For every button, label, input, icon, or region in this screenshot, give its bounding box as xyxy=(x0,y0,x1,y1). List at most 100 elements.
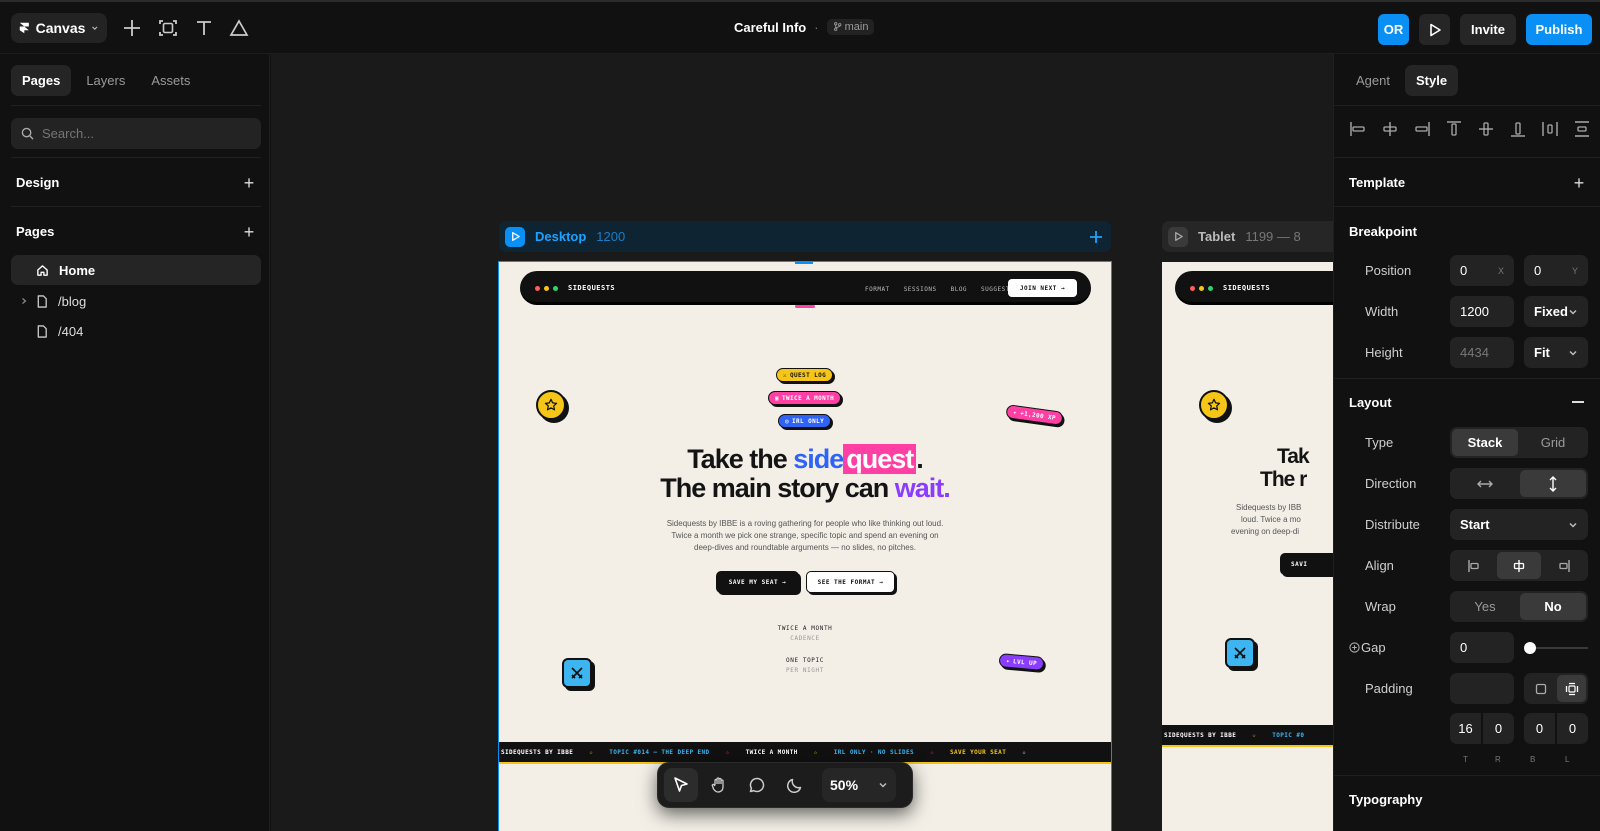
project-title[interactable]: Careful Info xyxy=(734,20,806,35)
distribute-horizontal-icon[interactable] xyxy=(1541,120,1559,138)
tab-style[interactable]: Style xyxy=(1404,65,1459,96)
frame-preview-play-icon[interactable] xyxy=(505,226,525,247)
save-my-seat-button[interactable]: SAVE MY SEAT → xyxy=(716,571,799,593)
nav-link-suggest[interactable]: SUGGEST xyxy=(981,286,1010,293)
position-x-input[interactable]: 0X xyxy=(1450,255,1514,286)
padding-all-input[interactable] xyxy=(1450,673,1514,704)
user-avatar[interactable]: OR xyxy=(1378,14,1409,45)
tab-pages[interactable]: Pages xyxy=(11,65,72,96)
frame-tool-icon[interactable] xyxy=(157,17,179,39)
insert-plus-icon[interactable] xyxy=(121,17,143,39)
width-mode-select[interactable]: Fixed xyxy=(1524,296,1588,327)
divider xyxy=(11,206,261,207)
ticker-item: SIDEQUESTS BY IBBE xyxy=(501,748,574,756)
branch-badge[interactable]: main xyxy=(826,19,875,35)
gap-slider-thumb[interactable] xyxy=(1524,642,1536,654)
type-stack-option[interactable]: Stack xyxy=(1452,429,1518,456)
star-icon: ☆ xyxy=(1252,731,1257,739)
chevron-right-icon[interactable] xyxy=(20,297,28,305)
nav-link-sessions[interactable]: SESSIONS xyxy=(904,286,937,293)
star-icon: ☆ xyxy=(1022,748,1027,756)
traffic-dots xyxy=(1190,286,1213,291)
height-input[interactable]: 4434 xyxy=(1450,337,1514,368)
padding-bottom-input[interactable]: 0 xyxy=(1524,713,1555,744)
site-brand[interactable]: SIDEQUESTS xyxy=(568,284,615,292)
padding-uniform-option[interactable] xyxy=(1526,675,1555,702)
publish-button[interactable]: Publish xyxy=(1526,14,1592,45)
canvas-menu-button[interactable]: Canvas xyxy=(11,13,107,43)
project-title-area[interactable]: Careful Info · main xyxy=(734,19,875,35)
site-brand[interactable]: SIDEQUESTS xyxy=(1223,284,1270,292)
wrap-no-option[interactable]: No xyxy=(1520,593,1586,620)
branch-icon xyxy=(833,22,841,31)
theme-toggle[interactable] xyxy=(778,768,812,802)
tab-layers[interactable]: Layers xyxy=(75,65,136,96)
site-nav[interactable]: SIDEQUESTS FORMAT SESSIONS BLOG SUGGEST … xyxy=(520,271,1091,305)
selection-handle[interactable] xyxy=(795,305,815,308)
page-item-home[interactable]: Home xyxy=(11,255,261,285)
page-item-404[interactable]: /404 xyxy=(11,316,261,346)
resize-handle[interactable] xyxy=(795,262,813,264)
position-y-input[interactable]: 0Y xyxy=(1524,255,1588,286)
type-grid-option[interactable]: Grid xyxy=(1520,429,1586,456)
collapse-minus-icon[interactable] xyxy=(1572,401,1584,403)
distribute-vertical-icon[interactable] xyxy=(1573,120,1591,138)
see-format-button[interactable]: SEE THE FORMAT → xyxy=(806,571,895,593)
wrap-yes-option[interactable]: Yes xyxy=(1452,593,1518,620)
tab-assets[interactable]: Assets xyxy=(140,65,201,96)
search-input[interactable] xyxy=(42,126,242,141)
hand-tool[interactable] xyxy=(702,768,736,802)
type-row: Type Stack Grid xyxy=(1334,427,1600,458)
gap-input[interactable]: 0 xyxy=(1450,632,1514,663)
align-top-icon[interactable] xyxy=(1445,120,1463,138)
align-center-option[interactable] xyxy=(1497,552,1541,579)
desktop-frame[interactable]: SIDEQUESTS FORMAT SESSIONS BLOG SUGGEST … xyxy=(498,261,1112,831)
align-bottom-icon[interactable] xyxy=(1509,120,1527,138)
tablet-frame-header[interactable]: Tablet 1199 — 8 xyxy=(1162,221,1333,252)
vector-tool-icon[interactable] xyxy=(228,17,250,39)
nav-link-blog[interactable]: BLOG xyxy=(951,286,967,293)
zoom-select[interactable]: 50% xyxy=(822,768,896,802)
distribute-select[interactable]: Start xyxy=(1450,509,1588,540)
save-my-seat-button[interactable]: SAVI xyxy=(1280,553,1333,575)
select-tool[interactable] xyxy=(664,768,698,802)
align-start-option[interactable] xyxy=(1452,552,1495,579)
padding-individual-option[interactable] xyxy=(1557,675,1586,702)
tab-agent[interactable]: Agent xyxy=(1345,65,1401,96)
join-next-button[interactable]: JOIN NEXT → xyxy=(1008,279,1077,297)
gap-slider-track[interactable] xyxy=(1530,647,1588,649)
frame-preview-play-icon[interactable] xyxy=(1168,226,1188,247)
align-left-icon[interactable] xyxy=(1349,120,1367,138)
padding-top-input[interactable]: 16 xyxy=(1450,713,1481,744)
tablet-frame[interactable]: SIDEQUESTS Tak The r Sidequests by IBB l… xyxy=(1162,262,1333,831)
add-breakpoint-plus-icon[interactable] xyxy=(1089,230,1103,244)
add-template-plus-icon[interactable]: + xyxy=(1572,174,1586,192)
invite-button[interactable]: Invite xyxy=(1460,14,1516,45)
site-nav[interactable]: SIDEQUESTS xyxy=(1175,271,1333,305)
height-mode-select[interactable]: Fit xyxy=(1524,337,1588,368)
divider xyxy=(1334,105,1600,106)
add-page-plus-icon[interactable]: + xyxy=(242,223,256,241)
search-field[interactable] xyxy=(11,118,261,149)
direction-vertical-option[interactable] xyxy=(1520,470,1586,497)
direction-horizontal-option[interactable] xyxy=(1452,470,1518,497)
width-input[interactable]: 1200 xyxy=(1450,296,1514,327)
align-end-option[interactable] xyxy=(1543,552,1586,579)
align-center-v-icon[interactable] xyxy=(1477,120,1495,138)
preview-button[interactable] xyxy=(1419,14,1450,45)
page-item-blog[interactable]: /blog xyxy=(11,286,261,316)
text-tool-icon[interactable] xyxy=(193,17,215,39)
add-design-plus-icon[interactable]: + xyxy=(242,174,256,192)
padding-right-input[interactable]: 0 xyxy=(1483,713,1514,744)
align-center-h-icon[interactable] xyxy=(1381,120,1399,138)
desktop-frame-header[interactable]: Desktop 1200 xyxy=(499,221,1111,252)
add-circle-icon[interactable] xyxy=(1349,642,1360,653)
align-right-icon[interactable] xyxy=(1413,120,1431,138)
padding-left-input[interactable]: 0 xyxy=(1557,713,1588,744)
canvas-area[interactable]: Desktop 1200 Tablet 1199 — 8 SIDEQUESTS … xyxy=(271,54,1333,831)
padding-side-label: B xyxy=(1530,755,1536,764)
comment-tool[interactable] xyxy=(740,768,774,802)
headline-dot: . xyxy=(916,444,923,474)
nav-link-format[interactable]: FORMAT xyxy=(865,286,890,293)
width-row: Width 1200 Fixed xyxy=(1334,296,1600,327)
